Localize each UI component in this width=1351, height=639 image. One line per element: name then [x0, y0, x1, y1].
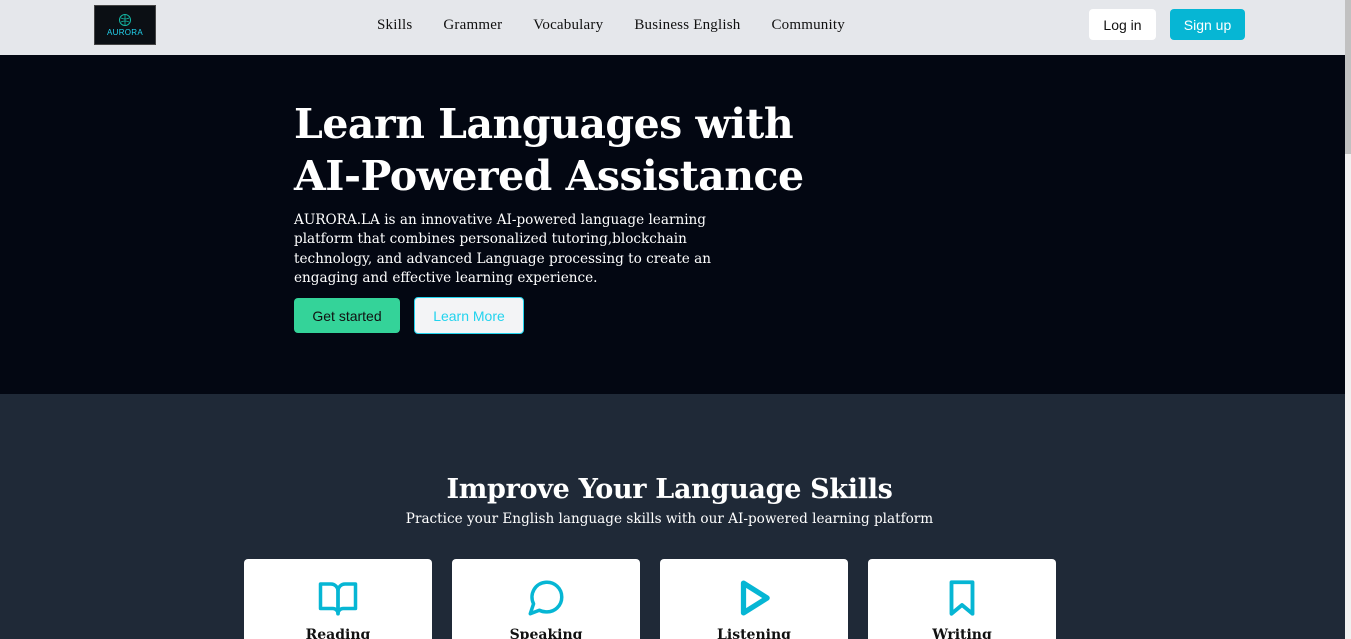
- navbar: AURORA Skills Grammer Vocabulary Busines…: [0, 0, 1345, 55]
- nav-link-grammer[interactable]: Grammer: [443, 17, 502, 34]
- brain-icon: [119, 14, 131, 26]
- hero-title-line2: AI-Powered Assistance: [294, 152, 804, 200]
- scrollbar-thumb[interactable]: [1345, 0, 1351, 154]
- skill-card-label: Speaking: [509, 627, 583, 639]
- page-scrollbar[interactable]: [1345, 0, 1351, 639]
- bookmark-icon: [949, 580, 975, 616]
- learn-more-button[interactable]: Learn More: [414, 297, 524, 334]
- skill-card-writing[interactable]: Writing: [868, 559, 1056, 639]
- skills-subtitle: Practice your English language skills wi…: [405, 511, 934, 527]
- get-started-button[interactable]: Get started: [294, 298, 400, 333]
- nav-link-business-english[interactable]: Business English: [634, 17, 740, 34]
- play-icon: [740, 580, 770, 616]
- skills-section: Improve Your Language Skills Practice yo…: [0, 394, 1345, 639]
- book-open-icon: [318, 582, 358, 616]
- main-nav: Skills Grammer Vocabulary Business Engli…: [377, 0, 845, 50]
- brand-logo[interactable]: AURORA: [94, 5, 156, 45]
- login-button[interactable]: Log in: [1089, 9, 1156, 40]
- skill-card-speaking[interactable]: Speaking: [452, 559, 640, 639]
- nav-link-skills[interactable]: Skills: [377, 17, 412, 34]
- skill-card-label: Listening: [717, 627, 791, 639]
- nav-link-community[interactable]: Community: [771, 17, 844, 34]
- skill-card-reading[interactable]: Reading: [244, 559, 432, 639]
- hero-title: Learn Languages with AI-Powered Assistan…: [294, 98, 854, 202]
- signup-button[interactable]: Sign up: [1170, 9, 1245, 40]
- skill-card-label: Writing: [932, 627, 992, 639]
- chat-bubble-icon: [528, 580, 564, 616]
- hero-description: AURORA.LA is an innovative AI-powered la…: [294, 212, 712, 286]
- logo-text: AURORA: [106, 28, 144, 37]
- skill-card-listening[interactable]: Listening: [660, 559, 848, 639]
- skills-title: Improve Your Language Skills: [446, 474, 893, 505]
- nav-link-vocabulary[interactable]: Vocabulary: [533, 17, 603, 34]
- hero-section: Learn Languages with AI-Powered Assistan…: [0, 55, 1345, 394]
- hero-title-line1: Learn Languages with: [294, 100, 794, 148]
- skill-card-label: Reading: [305, 627, 371, 639]
